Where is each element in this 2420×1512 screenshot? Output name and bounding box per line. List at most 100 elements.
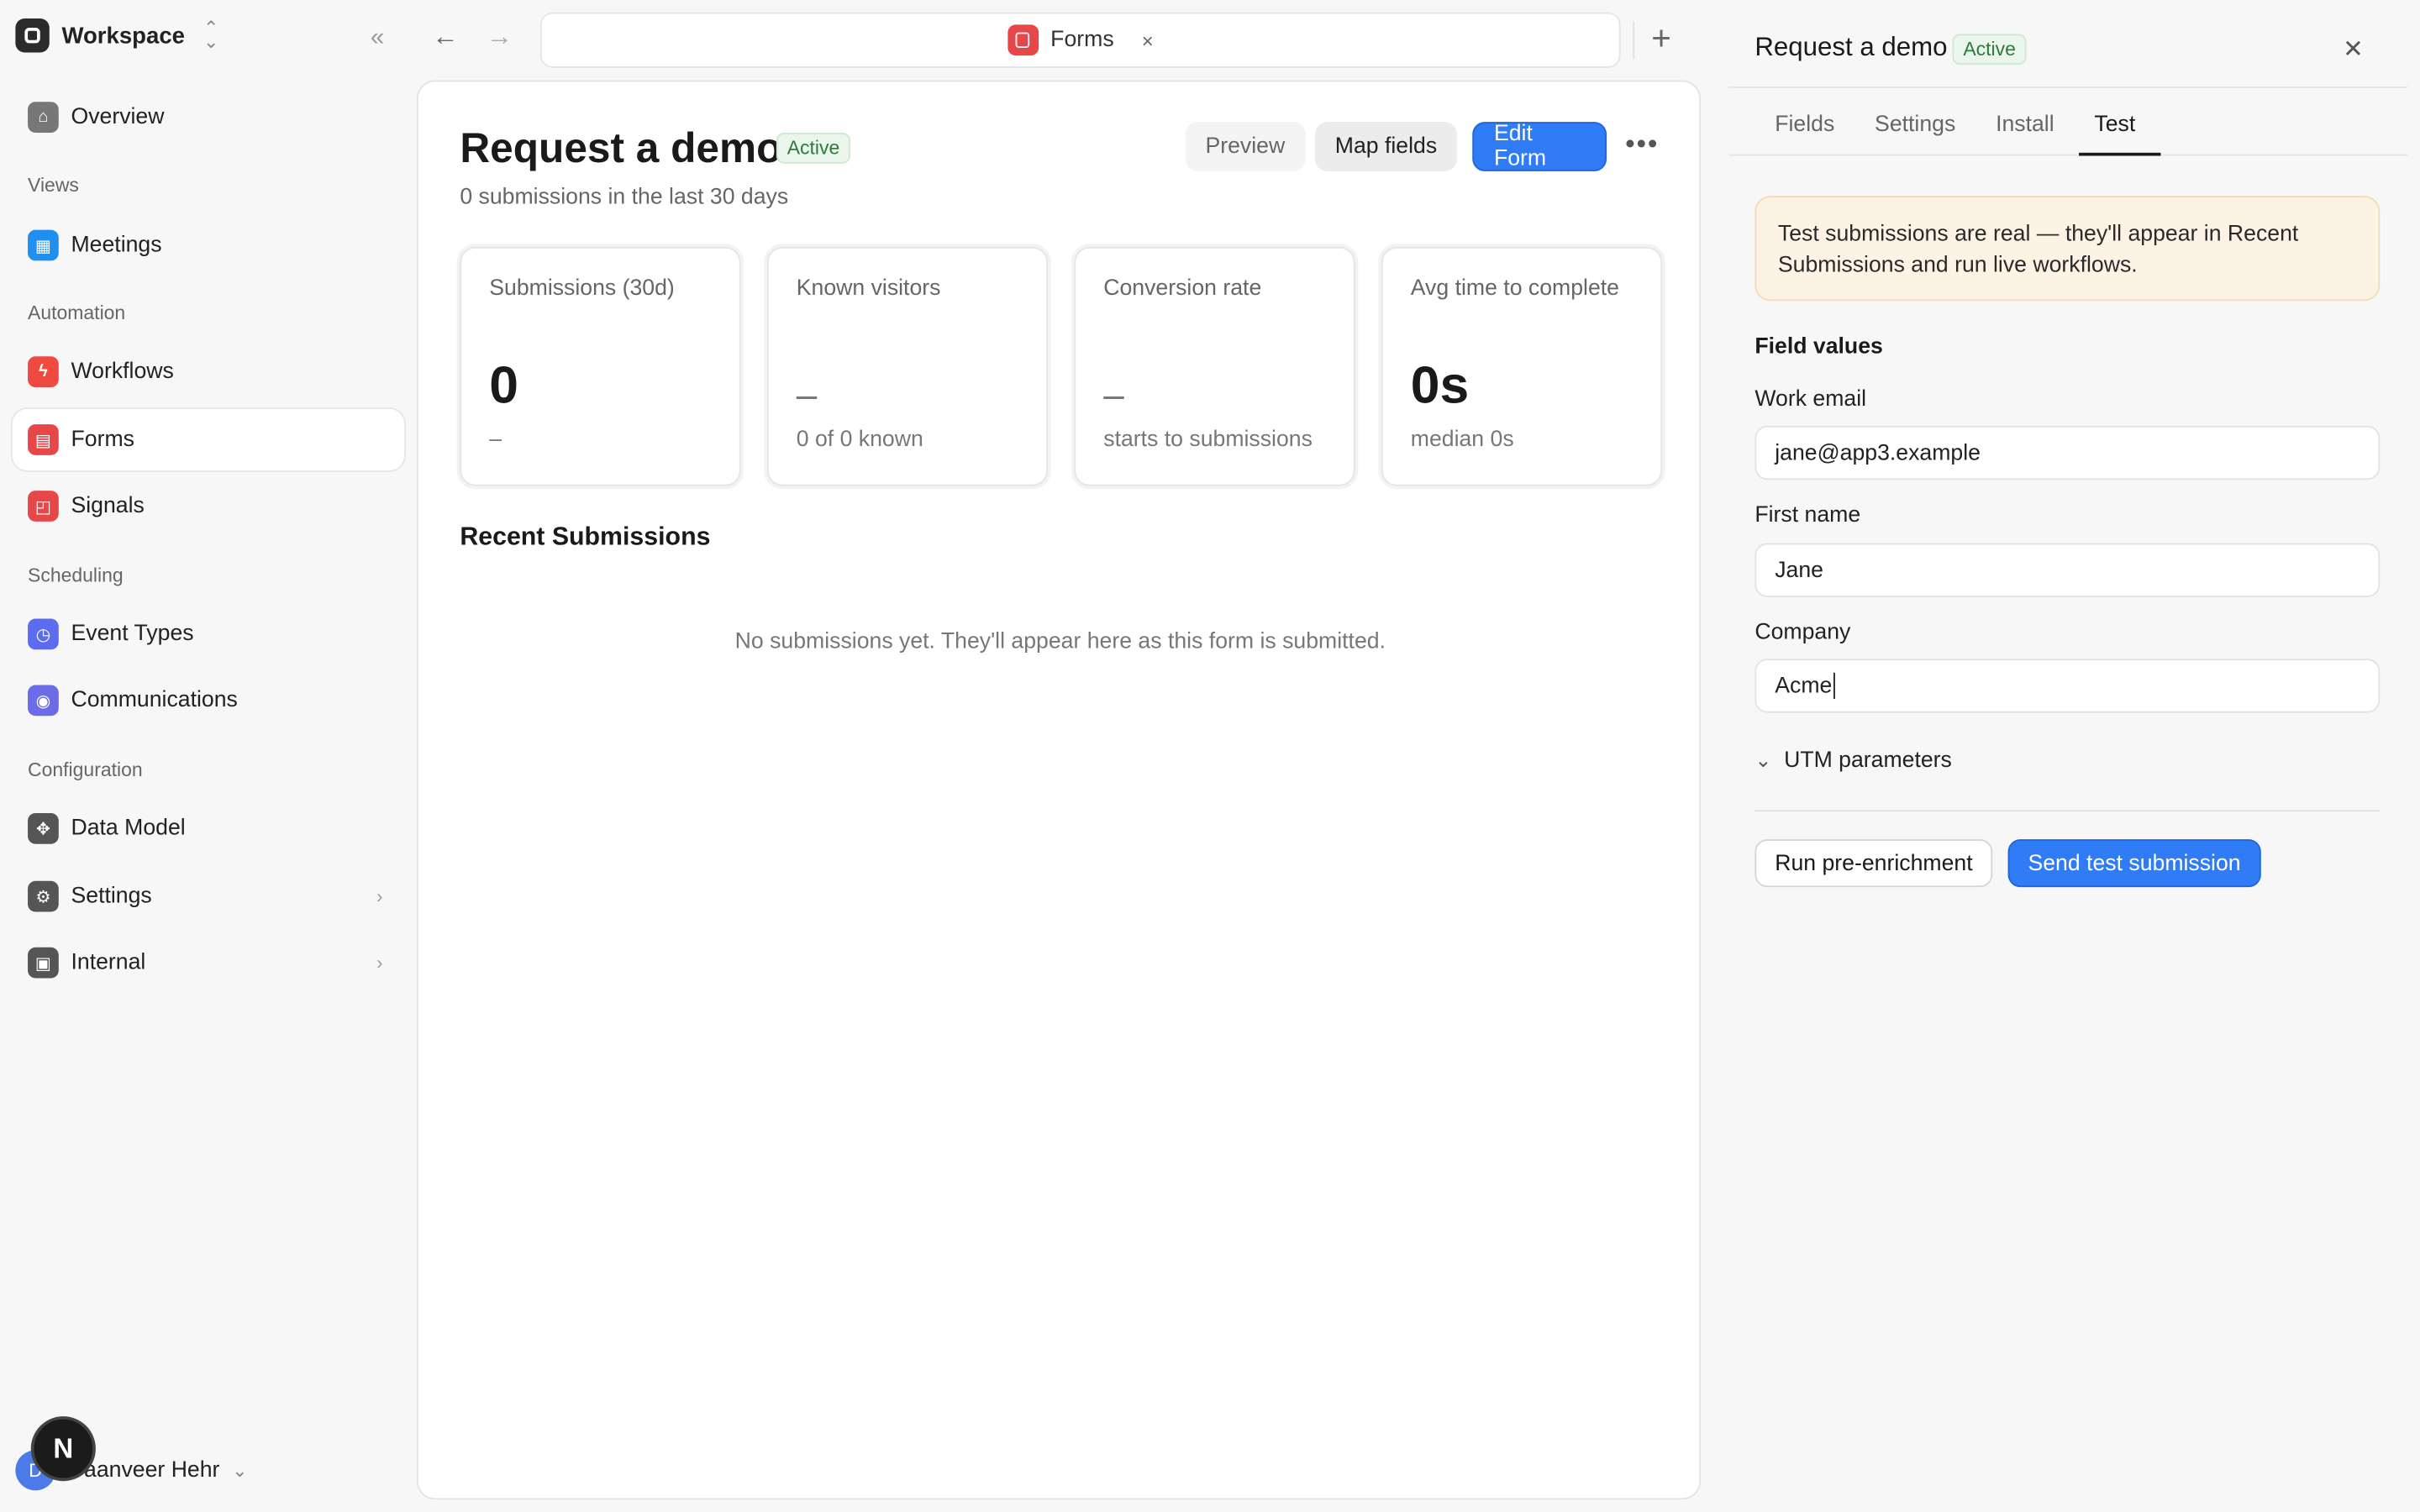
sidebar: Workspace ⌃ ⌄ « ⌂ Overview Views ▦ Meetin… xyxy=(0,0,417,1512)
stat-card-conversion-rate: Conversion rate – starts to submissions xyxy=(1074,246,1355,486)
sidebar-item-label: Overview xyxy=(71,104,165,130)
section-views: Views xyxy=(28,174,79,197)
page-subtitle: 0 submissions in the last 30 days xyxy=(460,185,789,210)
work-email-field[interactable]: jane@app3.example xyxy=(1754,425,2381,480)
stat-sub: median 0s xyxy=(1410,427,1514,453)
stat-value: – xyxy=(796,375,818,417)
sidebar-item-meetings[interactable]: ▦ Meetings xyxy=(13,214,405,276)
gear-icon: ⚙ xyxy=(28,880,59,912)
tab-fields[interactable]: Fields xyxy=(1775,113,1834,137)
workspace-switcher[interactable]: Workspace ⌃ ⌄ xyxy=(15,17,219,53)
divider xyxy=(1728,154,2408,156)
tab-forms[interactable]: Forms xyxy=(1050,28,1113,52)
calendar-icon: ▦ xyxy=(28,229,59,261)
chevron-down-icon: ⌄ xyxy=(1754,748,1772,772)
new-tab-icon[interactable]: + xyxy=(1651,18,1671,59)
test-panel: Request a demo Active ✕ Fields Settings … xyxy=(1728,0,2420,1512)
workspace-logo-icon xyxy=(15,18,50,53)
data-model-icon: ✥ xyxy=(28,812,59,844)
chevron-right-icon: › xyxy=(376,885,383,907)
utm-parameters-toggle[interactable]: ⌄ UTM parameters xyxy=(1754,748,1952,773)
sidebar-item-signals[interactable]: ◰ Signals xyxy=(13,475,405,537)
sidebar-item-overview[interactable]: ⌂ Overview xyxy=(13,87,405,148)
main-content: Request a demo Active 0 submissions in t… xyxy=(416,80,1702,1500)
stat-value: 0s xyxy=(1410,356,1470,416)
status-badge: Active xyxy=(776,132,851,164)
sidebar-item-communications[interactable]: ◉ Communications xyxy=(13,669,405,731)
chevron-updown-icon: ⌃ ⌄ xyxy=(203,17,219,53)
section-automation: Automation xyxy=(28,302,126,324)
first-name-field[interactable]: Jane xyxy=(1754,543,2381,597)
stat-card-avg-time: Avg time to complete 0s median 0s xyxy=(1381,246,1663,486)
panel-tabs: Fields Settings Install Test xyxy=(1775,113,2135,137)
recent-submissions-title: Recent Submissions xyxy=(460,522,711,551)
sidebar-item-label: Workflows xyxy=(71,359,174,385)
stat-card-submissions: Submissions (30d) 0 – xyxy=(460,246,741,486)
home-icon: ⌂ xyxy=(28,102,59,133)
forward-arrow-icon[interactable]: → xyxy=(487,22,513,53)
run-pre-enrichment-button[interactable]: Run pre-enrichment xyxy=(1754,839,1993,888)
page-title: Request a demo xyxy=(460,124,782,171)
stat-sub: starts to submissions xyxy=(1103,427,1313,453)
close-icon[interactable]: ✕ xyxy=(2343,34,2364,65)
warning-notice: Test submissions are real — they'll appe… xyxy=(1754,196,2381,302)
clock-calendar-icon: ◷ xyxy=(28,618,59,650)
sidebar-item-internal[interactable]: ▣ Internal › xyxy=(13,932,405,993)
stat-card-known-visitors: Known visitors – 0 of 0 known xyxy=(766,246,1049,486)
status-badge: Active xyxy=(1952,34,2027,66)
stat-sub: 0 of 0 known xyxy=(796,427,923,453)
lightning-icon: ϟ xyxy=(28,356,59,388)
chevron-down-icon: ⌄ xyxy=(232,1459,248,1482)
company-field[interactable]: Acme xyxy=(1754,659,2381,713)
empty-state-text: No submissions yet. They'll appear here … xyxy=(734,629,1386,654)
tab-test[interactable]: Test xyxy=(2094,113,2135,137)
collapse-sidebar-icon[interactable]: « xyxy=(371,24,384,52)
tab-settings[interactable]: Settings xyxy=(1875,113,1955,137)
field-values-heading: Field values xyxy=(1754,334,1883,360)
sidebar-item-label: Internal xyxy=(71,950,146,975)
edit-form-button[interactable]: Edit Form xyxy=(1472,122,1607,171)
stat-sub: – xyxy=(489,427,502,453)
history-nav: ← → xyxy=(432,22,513,53)
stat-label: Submissions (30d) xyxy=(489,276,675,302)
internal-icon: ▣ xyxy=(28,947,59,979)
send-test-submission-button[interactable]: Send test submission xyxy=(2007,839,2261,888)
form-icon: ▤ xyxy=(28,424,59,455)
chevron-right-icon: › xyxy=(376,952,383,974)
stat-label: Conversion rate xyxy=(1103,276,1262,302)
work-email-value: jane@app3.example xyxy=(1775,440,1981,465)
sidebar-item-forms[interactable]: ▤ Forms xyxy=(12,408,405,471)
stat-label: Known visitors xyxy=(796,276,941,302)
active-tab-indicator xyxy=(2079,152,2161,156)
company-label: Company xyxy=(1754,620,1851,645)
section-scheduling: Scheduling xyxy=(28,564,124,586)
close-tab-icon[interactable]: × xyxy=(1142,29,1154,52)
map-fields-button[interactable]: Map fields xyxy=(1314,122,1458,171)
first-name-value: Jane xyxy=(1775,557,1824,583)
text-caret xyxy=(1833,672,1836,700)
signal-icon: ◰ xyxy=(28,491,59,522)
form-icon xyxy=(1007,24,1039,56)
sidebar-item-settings[interactable]: ⚙ Settings › xyxy=(13,865,405,927)
back-arrow-icon[interactable]: ← xyxy=(432,22,458,53)
broadcast-icon: ◉ xyxy=(28,685,59,717)
panel-title: Request a demo xyxy=(1754,32,1948,62)
tab-install[interactable]: Install xyxy=(1996,113,2054,137)
stat-label: Avg time to complete xyxy=(1410,276,1619,302)
sidebar-item-event-types[interactable]: ◷ Event Types xyxy=(13,603,405,664)
sidebar-item-label: Signals xyxy=(71,493,145,519)
sidebar-item-workflows[interactable]: ϟ Workflows xyxy=(13,341,405,402)
stat-value: – xyxy=(1103,375,1124,417)
dev-tools-badge[interactable]: N xyxy=(30,1416,96,1482)
sidebar-item-label: Event Types xyxy=(71,622,194,647)
sidebar-item-data-model[interactable]: ✥ Data Model xyxy=(13,798,405,859)
stat-value: 0 xyxy=(489,356,518,416)
divider xyxy=(1754,810,2381,812)
preview-button[interactable]: Preview xyxy=(1185,122,1306,171)
company-value: Acme xyxy=(1775,673,1833,699)
divider xyxy=(1728,86,2408,88)
more-options-icon[interactable]: ••• xyxy=(1625,128,1659,160)
sidebar-item-label: Communications xyxy=(71,688,238,713)
workspace-name: Workspace xyxy=(61,22,185,49)
utm-parameters-label: UTM parameters xyxy=(1784,748,1952,774)
